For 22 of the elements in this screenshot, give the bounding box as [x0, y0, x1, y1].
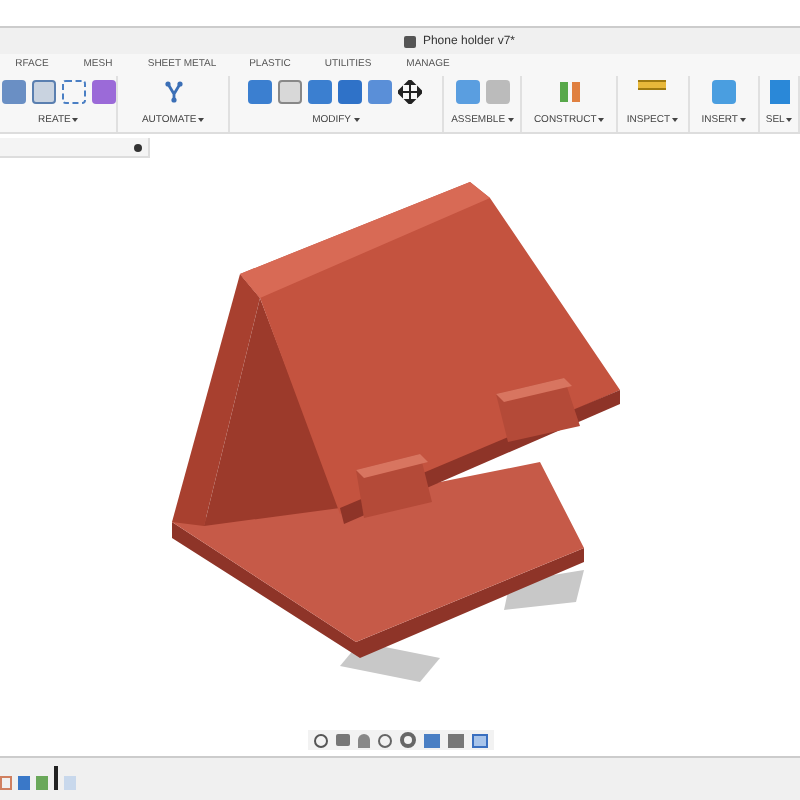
orbit-icon[interactable] — [313, 733, 327, 747]
pin-icon[interactable] — [134, 143, 142, 151]
zoom-window-icon[interactable] — [399, 732, 415, 748]
display-icon[interactable] — [423, 733, 439, 747]
caret-icon[interactable] — [672, 118, 679, 123]
move-icon[interactable] — [398, 80, 423, 104]
zoom-icon[interactable] — [377, 733, 391, 747]
cube-icon — [404, 36, 417, 48]
caret-icon[interactable] — [353, 118, 360, 123]
select-icon[interactable] — [769, 80, 790, 104]
grid-icon[interactable] — [471, 733, 487, 747]
caret-icon[interactable] — [72, 118, 79, 123]
measure-icon[interactable] — [638, 80, 667, 90]
camera-icon[interactable] — [335, 734, 349, 746]
caret-icon[interactable] — [198, 118, 205, 123]
caret-icon[interactable] — [739, 118, 746, 123]
branch-icon[interactable] — [161, 80, 186, 104]
caret-icon[interactable] — [507, 118, 514, 123]
caret-icon[interactable] — [598, 118, 605, 123]
caret-icon[interactable] — [786, 118, 793, 123]
timeline-marker[interactable] — [54, 766, 58, 790]
visual-style-icon[interactable] — [447, 733, 463, 747]
